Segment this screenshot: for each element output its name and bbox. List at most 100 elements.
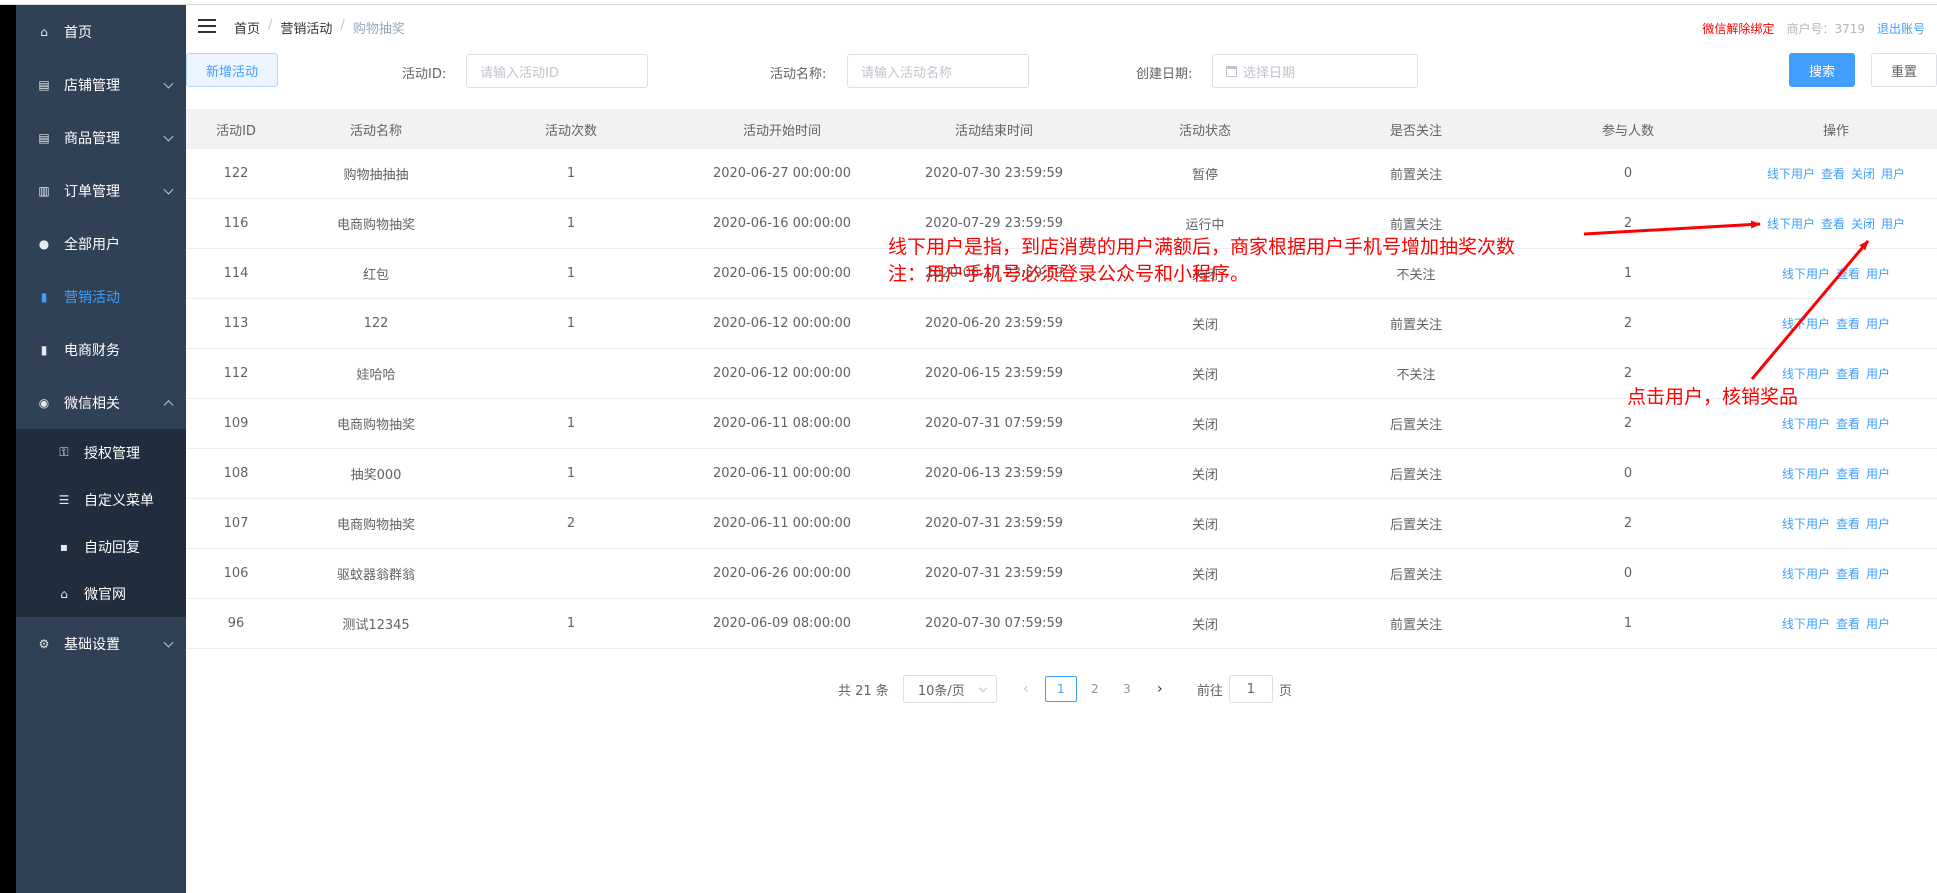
row-action-link[interactable]: 线下用户 [1782,515,1830,532]
row-action-link[interactable]: 用户 [1866,265,1890,282]
create-date-placeholder: 选择日期 [1243,65,1296,81]
sidebar-item-7[interactable]: ◉ 微信相关 [16,376,186,429]
row-action-link[interactable]: 关闭 [1851,215,1875,232]
create-date-picker[interactable]: 选择日期 [1212,54,1418,88]
row-action-link[interactable]: 查看 [1821,165,1845,182]
table-cell-status: 关闭 [1191,568,1218,583]
table-cell-follow: 前置关注 [1389,618,1442,633]
row-action-link[interactable]: 关闭 [1851,165,1875,182]
row-action-link[interactable]: 用户 [1866,615,1890,632]
table-cell-start: 2020-06-12 00:00:00 [712,366,852,381]
row-action-link[interactable]: 线下用户 [1782,365,1830,382]
row-action-link[interactable]: 用户 [1866,365,1890,382]
row-action-link[interactable]: 线下用户 [1782,615,1830,632]
row-action-link[interactable]: 用户 [1881,165,1905,182]
wechat-unbind-link[interactable]: 微信解除绑定 [1702,20,1774,37]
chevron-down-icon [978,683,988,693]
search-button[interactable]: 搜索 [1789,53,1855,87]
chevron-right-icon[interactable]: › [1149,681,1171,697]
row-action-link[interactable]: 用户 [1866,465,1890,482]
sidebar-item-5[interactable]: ▮ 营销活动 [16,270,186,323]
activity-name-input[interactable]: 请输入活动名称 [847,54,1029,88]
row-action-link[interactable]: 查看 [1836,265,1860,282]
page-numbers: 123 [1044,676,1143,702]
page-number[interactable]: 3 [1111,676,1143,702]
sidebar-item-3[interactable]: ▥ 订单管理 [16,164,186,217]
table-cell-actions: 线下用户 查看 用户 [1734,515,1937,532]
sidebar-item-label: 首页 [64,24,92,41]
table-row: 108 抽奖000 1 2020-06-11 00:00:00 2020-06-13 2… [186,449,1937,499]
table-cell-id: 116 [223,216,249,231]
reset-button[interactable]: 重置 [1871,53,1937,87]
sidebar-item-2[interactable]: ▤ 商品管理 [16,111,186,164]
row-action-link[interactable]: 线下用户 [1782,315,1830,332]
store-icon: ▤ [38,77,50,92]
row-action-link[interactable]: 查看 [1836,315,1860,332]
breadcrumb-home[interactable]: 首页 [234,18,260,37]
column-header: 活动开始时间 [742,123,821,139]
table-cell-name: 娃哈哈 [356,368,396,383]
sidebar-item-settings[interactable]: ⚙ 基础设置 [16,617,186,670]
table-cell-status: 暂停 [1191,168,1218,183]
row-action-link[interactable]: 线下用户 [1782,415,1830,432]
table-cell-name: 抽奖000 [350,468,402,483]
page-size-value: 10条/页 [917,683,965,699]
row-action-link[interactable]: 线下用户 [1782,465,1830,482]
chevron-left-icon[interactable]: ‹ [1015,681,1037,697]
page-size-select[interactable]: 10条/页 [902,675,997,703]
table-cell-people: 0 [1623,466,1633,481]
breadcrumb-marketing[interactable]: 营销活动 [280,18,332,37]
goto-label: 前往 [1196,683,1223,699]
sidebar-item-0[interactable]: ⌂ 首页 [16,5,186,58]
row-action-link[interactable]: 用户 [1866,415,1890,432]
table-cell-id: 108 [223,466,249,481]
row-action-link[interactable]: 线下用户 [1767,215,1815,232]
home-icon: ⌂ [60,586,68,601]
sidebar-subitem-1[interactable]: ☰ 自定义菜单 [16,476,186,523]
row-action-link[interactable]: 查看 [1836,515,1860,532]
sidebar-item-label: 电商财务 [64,342,120,359]
goto-page-input[interactable]: 1 [1228,675,1273,703]
sidebar-subitem-2[interactable]: ▪ 自动回复 [16,523,186,570]
table-cell-id: 96 [227,616,245,631]
table-cell-end: 2020-07-31 23:59:59 [924,566,1064,581]
table-cell-start: 2020-06-11 08:00:00 [712,416,852,431]
table-cell-end: 2020-07-29 23:59:59 [924,216,1064,231]
row-action-link[interactable]: 查看 [1836,565,1860,582]
page-number[interactable]: 2 [1079,676,1111,702]
breadcrumb-current: 购物抽奖 [352,22,405,37]
sidebar-subitem-label: 自动回复 [84,539,140,556]
row-action-link[interactable]: 用户 [1866,315,1890,332]
row-action-link[interactable]: 用户 [1866,515,1890,532]
row-action-link[interactable]: 查看 [1836,465,1860,482]
page-number[interactable]: 1 [1044,676,1077,702]
sidebar-item-4[interactable]: ● 全部用户 [16,217,186,270]
sidebar-subitem-3[interactable]: ⌂ 微官网 [16,570,186,617]
row-action-link[interactable]: 用户 [1866,565,1890,582]
logout-link[interactable]: 退出账号 [1877,20,1925,37]
add-activity-button[interactable]: 新增活动 [186,53,278,87]
row-action-link[interactable]: 线下用户 [1782,565,1830,582]
hamburger-icon[interactable] [198,19,216,33]
row-action-link[interactable]: 查看 [1836,615,1860,632]
row-action-link[interactable]: 查看 [1836,365,1860,382]
activity-id-input[interactable]: 请输入活动ID [466,54,648,88]
row-action-link[interactable]: 查看 [1821,215,1845,232]
sidebar-subitem-0[interactable]: ⚿ 授权管理 [16,429,186,476]
sidebar-item-1[interactable]: ▤ 店铺管理 [16,58,186,111]
goto-page-value: 1 [1246,681,1255,697]
table-cell-name: 电商购物抽奖 [336,418,415,433]
table-cell-actions: 线下用户 查看 关闭 用户 [1734,215,1937,232]
table-cell-actions: 线下用户 查看 用户 [1734,265,1937,282]
sidebar-item-6[interactable]: ▮ 电商财务 [16,323,186,376]
key-icon: ⚿ [59,445,69,459]
row-action-link[interactable]: 线下用户 [1767,165,1815,182]
row-action-link[interactable]: 线下用户 [1782,265,1830,282]
table-cell-actions: 线下用户 查看 用户 [1734,615,1937,632]
table-row: 113 122 1 2020-06-12 00:00:00 2020-06-20 23:… [186,299,1937,349]
pagination-total: 共 21 条 [838,683,889,699]
finance-icon: ▮ [40,342,48,357]
row-action-link[interactable]: 用户 [1881,215,1905,232]
table-cell-people: 1 [1623,266,1633,281]
row-action-link[interactable]: 查看 [1836,415,1860,432]
